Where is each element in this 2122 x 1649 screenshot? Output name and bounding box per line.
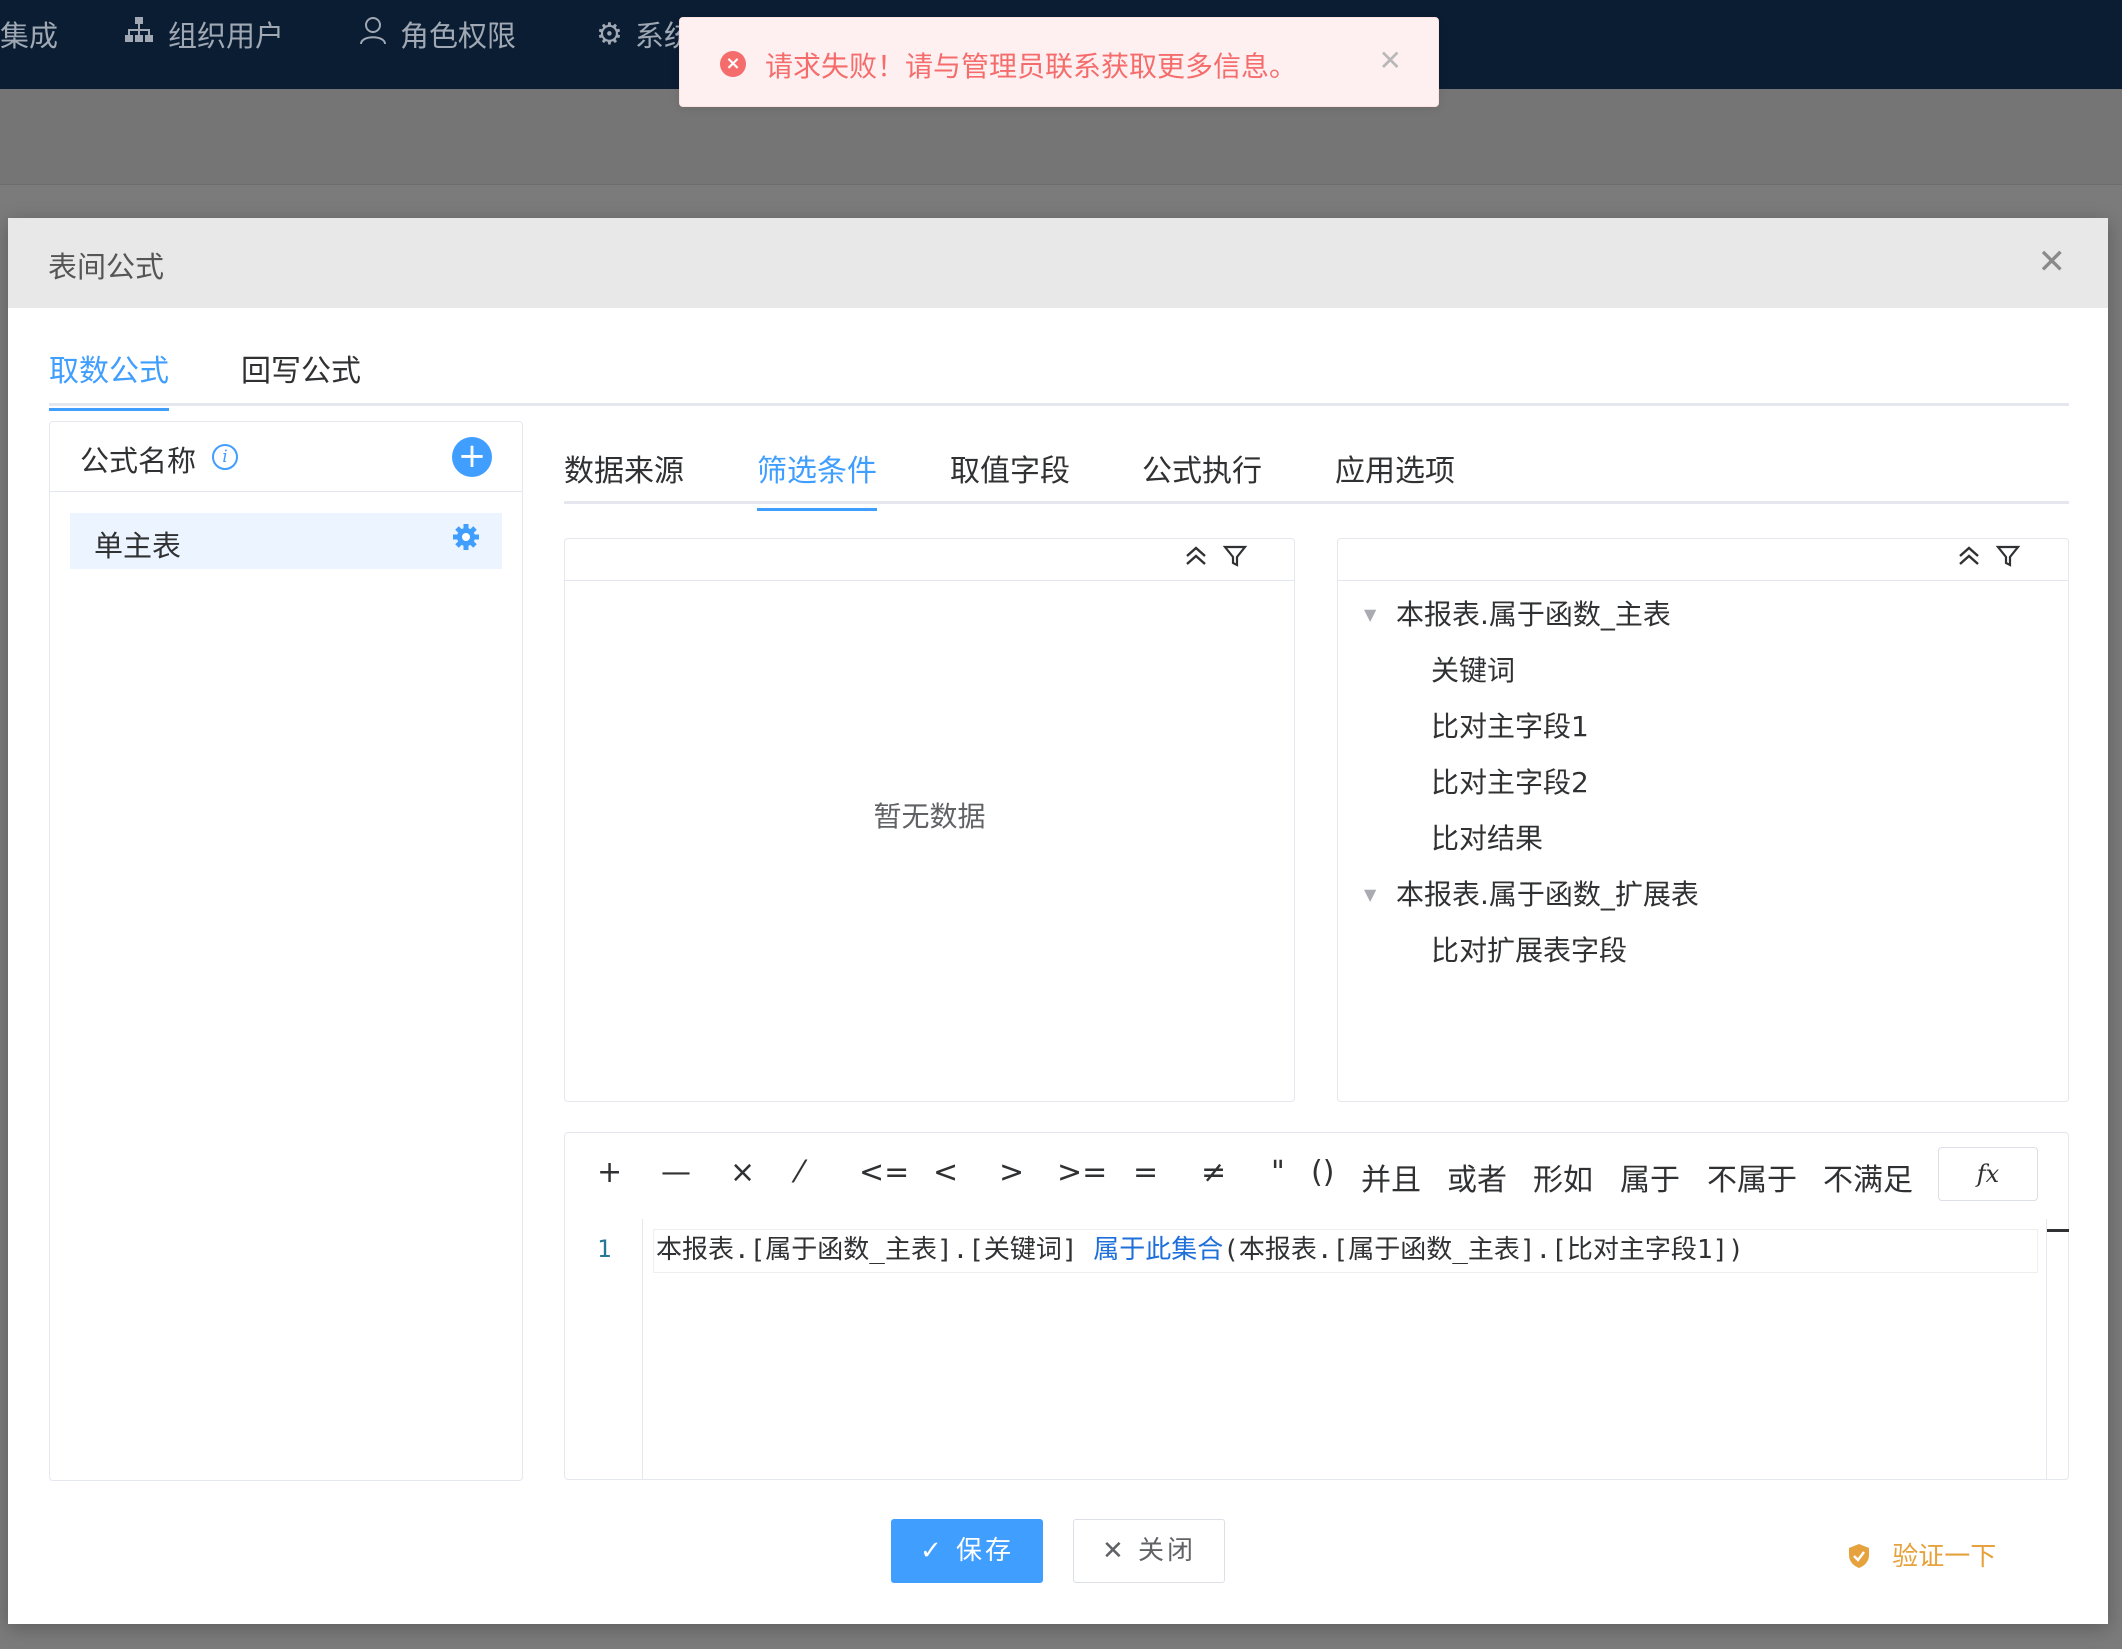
operator-gte[interactable]: >= — [1057, 1155, 1107, 1190]
tab-writeback-formula[interactable]: 回写公式 — [241, 346, 361, 408]
editor-scrollbar[interactable] — [2046, 1219, 2069, 1479]
gear-icon: ⚙ — [596, 16, 623, 52]
code-line[interactable]: 本报表.[属于函数_主表].[关键词] 属于此集合(本报表.[属于函数_主表].… — [653, 1229, 2038, 1273]
formula-list-header: 公式名称 i + — [50, 422, 522, 492]
operator-plus[interactable]: + — [597, 1155, 622, 1190]
operator-in[interactable]: 属于 — [1620, 1155, 1680, 1199]
operator-not-in[interactable]: 不属于 — [1707, 1155, 1797, 1199]
formula-list-title: 公式名称 — [80, 444, 197, 478]
tab-value-fields[interactable]: 取值字段 — [950, 446, 1070, 508]
main-tabs: 取数公式 回写公式 — [49, 326, 2069, 411]
caret-down-icon[interactable]: ▼ — [1364, 885, 1376, 904]
save-button[interactable]: ✓ 保存 — [891, 1519, 1043, 1583]
collapse-all-icon[interactable] — [1956, 543, 1982, 576]
tab-data-source[interactable]: 数据来源 — [564, 446, 684, 508]
code-keyword: 属于此集合 — [1093, 1235, 1224, 1265]
nav-item-integration[interactable]: 集成 — [0, 14, 58, 54]
info-icon[interactable]: i — [212, 444, 238, 470]
operator-parens[interactable]: () — [1311, 1155, 1334, 1190]
tree-node-ext-table[interactable]: 本报表.属于函数_扩展表 — [1396, 873, 1699, 913]
operator-and[interactable]: 并且 — [1361, 1155, 1421, 1199]
dialog-header: 表间公式 ✕ — [8, 218, 2108, 308]
tab-fetch-formula[interactable]: 取数公式 — [49, 346, 169, 411]
close-icon[interactable]: ✕ — [2038, 242, 2067, 282]
check-icon: ✓ — [919, 1536, 945, 1566]
tree-toolbar — [565, 539, 1294, 581]
operator-not-satisfy[interactable]: 不满足 — [1823, 1155, 1913, 1199]
gear-icon[interactable] — [452, 523, 480, 559]
code-text: 本报表.[属于函数_主表].[关键词] — [656, 1235, 1094, 1265]
close-label: 关闭 — [1138, 1536, 1197, 1566]
add-formula-button[interactable]: + — [452, 437, 492, 477]
close-button[interactable]: ✕ 关闭 — [1073, 1519, 1225, 1583]
formula-list-item[interactable]: 单主表 — [70, 513, 502, 569]
caret-down-icon[interactable]: ▼ — [1364, 605, 1376, 624]
error-toast: × 请求失败！请与管理员联系获取更多信息。 ✕ — [679, 17, 1439, 107]
dialog-title: 表间公式 — [48, 250, 165, 284]
sub-tabs: 数据来源 筛选条件 取值字段 公式执行 应用选项 — [564, 428, 2069, 511]
tree-node-field[interactable]: 比对结果 — [1431, 817, 1543, 857]
operator-not-equal[interactable]: ≠ — [1201, 1155, 1226, 1190]
tab-formula-execution[interactable]: 公式执行 — [1142, 446, 1262, 508]
verify-label: 验证一下 — [1892, 1542, 1997, 1572]
collapse-all-icon[interactable] — [1183, 543, 1209, 576]
close-icon: ✕ — [1101, 1536, 1127, 1566]
nav-item-label: 集成 — [0, 19, 59, 53]
operator-lte[interactable]: <= — [859, 1155, 909, 1190]
tree-node-field[interactable]: 比对主字段1 — [1431, 705, 1589, 745]
operator-quote[interactable]: " — [1271, 1155, 1285, 1190]
tab-apply-options[interactable]: 应用选项 — [1335, 446, 1455, 508]
operator-equal[interactable]: = — [1133, 1155, 1158, 1190]
nav-item-label: 组织用户 — [168, 19, 285, 53]
line-gutter: 1 — [565, 1219, 643, 1479]
formula-list-panel: 公式名称 i + 单主表 — [49, 421, 523, 1481]
tree-node-main-table[interactable]: 本报表.属于函数_主表 — [1396, 593, 1671, 633]
line-number: 1 — [597, 1235, 612, 1263]
tree-node-field[interactable]: 比对主字段2 — [1431, 761, 1589, 801]
operator-toolbar: + — × ⁄ <= < > >= = ≠ " () 并且 或者 形如 属于 不… — [565, 1133, 2068, 1219]
tab-filter-conditions[interactable]: 筛选条件 — [757, 446, 877, 511]
operator-multiply[interactable]: × — [730, 1155, 755, 1190]
nav-item-roles[interactable]: 角色权限 — [358, 14, 516, 54]
operator-minus[interactable]: — — [661, 1155, 691, 1190]
operator-gt[interactable]: > — [999, 1155, 1024, 1190]
empty-text: 暂无数据 — [873, 800, 986, 833]
close-icon[interactable]: ✕ — [1379, 44, 1402, 77]
verify-link[interactable]: 验证一下 — [1848, 1536, 1996, 1573]
toast-message: 请求失败！请与管理员联系获取更多信息。 — [765, 50, 1298, 83]
nav-item-org-users[interactable]: 组织用户 — [122, 14, 284, 54]
operator-divide[interactable]: ⁄ — [797, 1155, 802, 1190]
formula-editor: + — × ⁄ <= < > >= = ≠ " () 并且 或者 形如 属于 不… — [564, 1132, 2069, 1480]
user-icon — [358, 15, 388, 53]
operator-like[interactable]: 形如 — [1533, 1155, 1593, 1199]
formula-item-label: 单主表 — [94, 529, 182, 563]
code-text: (本报表.[属于函数_主表].[比对主字段1]) — [1223, 1235, 1744, 1265]
tree-node-field[interactable]: 比对扩展表字段 — [1431, 929, 1627, 969]
filter-icon[interactable] — [1995, 543, 2021, 576]
operator-or[interactable]: 或者 — [1447, 1155, 1507, 1199]
function-button[interactable]: fx — [1938, 1147, 2038, 1201]
tree-node-field[interactable]: 关键词 — [1431, 649, 1515, 689]
nav-item-label: 角色权限 — [400, 19, 517, 53]
save-label: 保存 — [956, 1536, 1015, 1566]
field-tree-panel: ▼ 本报表.属于函数_主表 关键词 比对主字段1 比对主字段2 比对结果 ▼ 本… — [1337, 538, 2069, 1102]
operator-lt[interactable]: < — [933, 1155, 958, 1190]
shield-icon — [1848, 1542, 1878, 1572]
filter-icon[interactable] — [1222, 543, 1248, 576]
scrollbar-thumb[interactable] — [2047, 1229, 2069, 1232]
org-icon — [122, 15, 156, 53]
error-icon: × — [720, 51, 746, 77]
source-tree-panel: 暂无数据 — [564, 538, 1295, 1102]
formula-dialog: 表间公式 ✕ 取数公式 回写公式 公式名称 i + 单主表 数据来源 筛选条件 … — [8, 218, 2108, 1624]
tree-toolbar — [1338, 539, 2068, 581]
